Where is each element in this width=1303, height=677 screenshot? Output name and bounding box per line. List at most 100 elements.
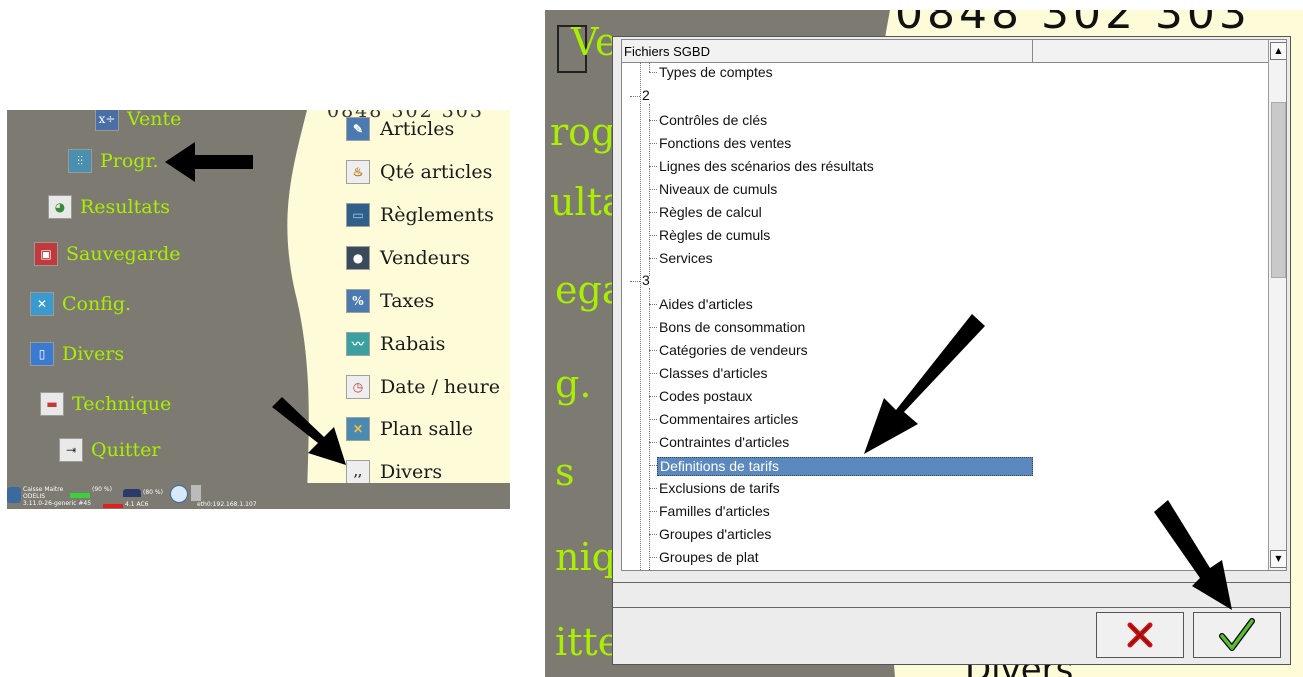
toolbox-icon: ▬ (40, 392, 64, 416)
submenu-label: Rabais (380, 333, 446, 355)
bg-text-fragment: niq (555, 535, 616, 579)
tree-item[interactable]: Contraintes d'articles (659, 434, 789, 451)
bg-text-fragment: g. (555, 362, 592, 406)
tree-item[interactable]: Règles de cumuls (659, 227, 770, 244)
menu-sauvegarde[interactable]: ▣ Sauvegarde (34, 242, 181, 266)
submenu-rabais[interactable]: 〰 Rabais (346, 332, 445, 356)
basket-icon: ♨ (346, 160, 370, 184)
pointer-arrow-left (165, 142, 253, 182)
tool-icon (191, 485, 201, 501)
bg-text-fragment: Ve (571, 20, 618, 64)
column-header-empty[interactable] (1033, 40, 1268, 62)
submenu-articles[interactable]: ✎ Articles (346, 117, 454, 141)
tree-item[interactable]: Exclusions de tarifs (659, 480, 780, 497)
taskbar-version: 3.11.0-26-generic #45 (23, 500, 92, 507)
submenu-qte-articles[interactable]: ♨ Qté articles (346, 160, 492, 184)
menu-label: Technique (72, 393, 172, 415)
pointer-arrow-down-right (1154, 500, 1232, 610)
left-screenshot-panel: 0848 302 303 x÷ Vente ⫶⫶ Progr. ◕ Result… (7, 110, 510, 509)
money-icon: ▭ (346, 203, 370, 227)
submenu-label: Divers (380, 461, 443, 483)
tree-item[interactable]: Catégories de vendeurs (659, 342, 808, 359)
red-x-icon (1127, 622, 1153, 648)
pie-chart-icon: ◕ (48, 195, 72, 219)
tree-item[interactable]: Groupes de plat (659, 549, 759, 566)
scroll-up-button[interactable]: ▲ (1270, 42, 1286, 60)
submenu-label: Règlements (380, 204, 494, 226)
red-bar (103, 504, 123, 508)
tree-item[interactable]: Groupes d'articles (659, 526, 771, 543)
tree-item[interactable]: Contrôles de clés (659, 112, 767, 129)
tree-item[interactable]: Bons de consommation (659, 319, 805, 336)
pointer-arrow-down-right (272, 397, 346, 465)
battery2-icon (123, 489, 141, 497)
tax-document-icon: % (346, 289, 370, 313)
submenu-reglements[interactable]: ▭ Règlements (346, 203, 494, 227)
menu-label: Vente (127, 110, 182, 130)
submenu-label: Plan salle (380, 418, 473, 440)
menu-label: Progr. (100, 150, 159, 172)
green-check-icon (1219, 618, 1255, 651)
tree-header: Fichiers SGBD (622, 40, 1268, 63)
tree-item[interactable]: Niveaux de cumuls (659, 181, 777, 198)
submenu-label: Vendeurs (380, 247, 470, 269)
tree-group[interactable]: 2 (642, 87, 650, 104)
tree-item[interactable]: Fonctions des ventes (659, 135, 791, 152)
tree-item[interactable]: Classes d'articles (659, 365, 768, 382)
taskbar-battery2: (80 %) (143, 489, 163, 496)
tree-group[interactable]: 3 (642, 272, 650, 289)
vertical-scrollbar[interactable]: ▲ ▼ (1268, 40, 1286, 570)
submenu-date-heure[interactable]: ◷ Date / heure (346, 375, 500, 399)
menu-label: Resultats (80, 196, 170, 218)
taskbar-app-sub: ODELIS (23, 493, 46, 500)
submenu-divers[interactable]: ,, Divers (346, 460, 442, 484)
discount-graph-icon: 〰 (346, 332, 370, 356)
scroll-down-button[interactable]: ▼ (1270, 550, 1286, 568)
scroll-thumb[interactable] (1271, 102, 1286, 278)
menu-config[interactable]: ✕ Config. (30, 292, 131, 316)
save-icon: ▣ (34, 242, 58, 266)
submenu-label: Date / heure (380, 376, 500, 398)
submenu-label: Qté articles (380, 161, 493, 183)
menu-progr[interactable]: ⫶⫶ Progr. (68, 149, 159, 173)
taskbar-battery1: (90 %) (92, 486, 112, 493)
tree-item[interactable]: Aides d'articles (659, 296, 753, 313)
column-header-fichiers[interactable]: Fichiers SGBD (622, 40, 1033, 62)
menu-label: Divers (62, 343, 125, 365)
calculator-icon: x÷ (95, 110, 119, 131)
taskbar-ac: 4.1 AC6 (125, 501, 149, 508)
menu-technique[interactable]: ▬ Technique (40, 392, 171, 416)
phone-number-fragment: 0848 302 303 (895, 10, 1251, 39)
submenu-taxes[interactable]: % Taxes (346, 289, 434, 313)
file-tree-view[interactable]: Fichiers SGBD Types de comptes 2 Contrôl… (621, 39, 1287, 571)
tree-item[interactable]: Règles de calcul (659, 204, 762, 221)
menu-divers[interactable]: ▯ Divers (30, 342, 124, 366)
phone-icon: ▯ (30, 342, 54, 366)
battery1-bar (70, 493, 90, 498)
exit-door-icon: ⇥ (59, 438, 83, 462)
menu-vente[interactable]: x÷ Vente (95, 110, 181, 131)
tree-item-selected[interactable]: Definitions de tarifs (657, 457, 1033, 476)
menu-resultats[interactable]: ◕ Resultats (48, 195, 170, 219)
submenu-plan-salle[interactable]: ✕ Plan salle (346, 417, 473, 441)
tree-item[interactable]: Codes postaux (659, 388, 752, 405)
bg-text-fragment: itte (555, 620, 621, 664)
sliders-icon: ⫶⫶ (68, 149, 92, 173)
menu-label: Sauvegarde (66, 243, 181, 265)
tools-icon: ✕ (30, 292, 54, 316)
bg-text-fragment: s (555, 450, 575, 494)
tree-item[interactable]: Lignes des scénarios des résultats (659, 158, 874, 175)
submenu-label: Articles (380, 118, 455, 140)
ok-button[interactable] (1193, 612, 1281, 658)
submenu-vendeurs[interactable]: ● Vendeurs (346, 246, 470, 270)
user-icon: ● (346, 246, 370, 270)
submenu-label: Taxes (380, 290, 435, 312)
menu-quitter[interactable]: ⇥ Quitter (59, 438, 161, 462)
tree-item[interactable]: Services (659, 250, 713, 267)
tree-item[interactable]: Familles d'articles (659, 503, 770, 520)
cancel-button[interactable] (1096, 612, 1184, 658)
edit-icon: ✎ (346, 117, 370, 141)
tree-item[interactable]: Commentaires articles (659, 411, 798, 428)
globe-icon (170, 485, 188, 503)
tree-item[interactable]: Types de comptes (659, 64, 773, 81)
